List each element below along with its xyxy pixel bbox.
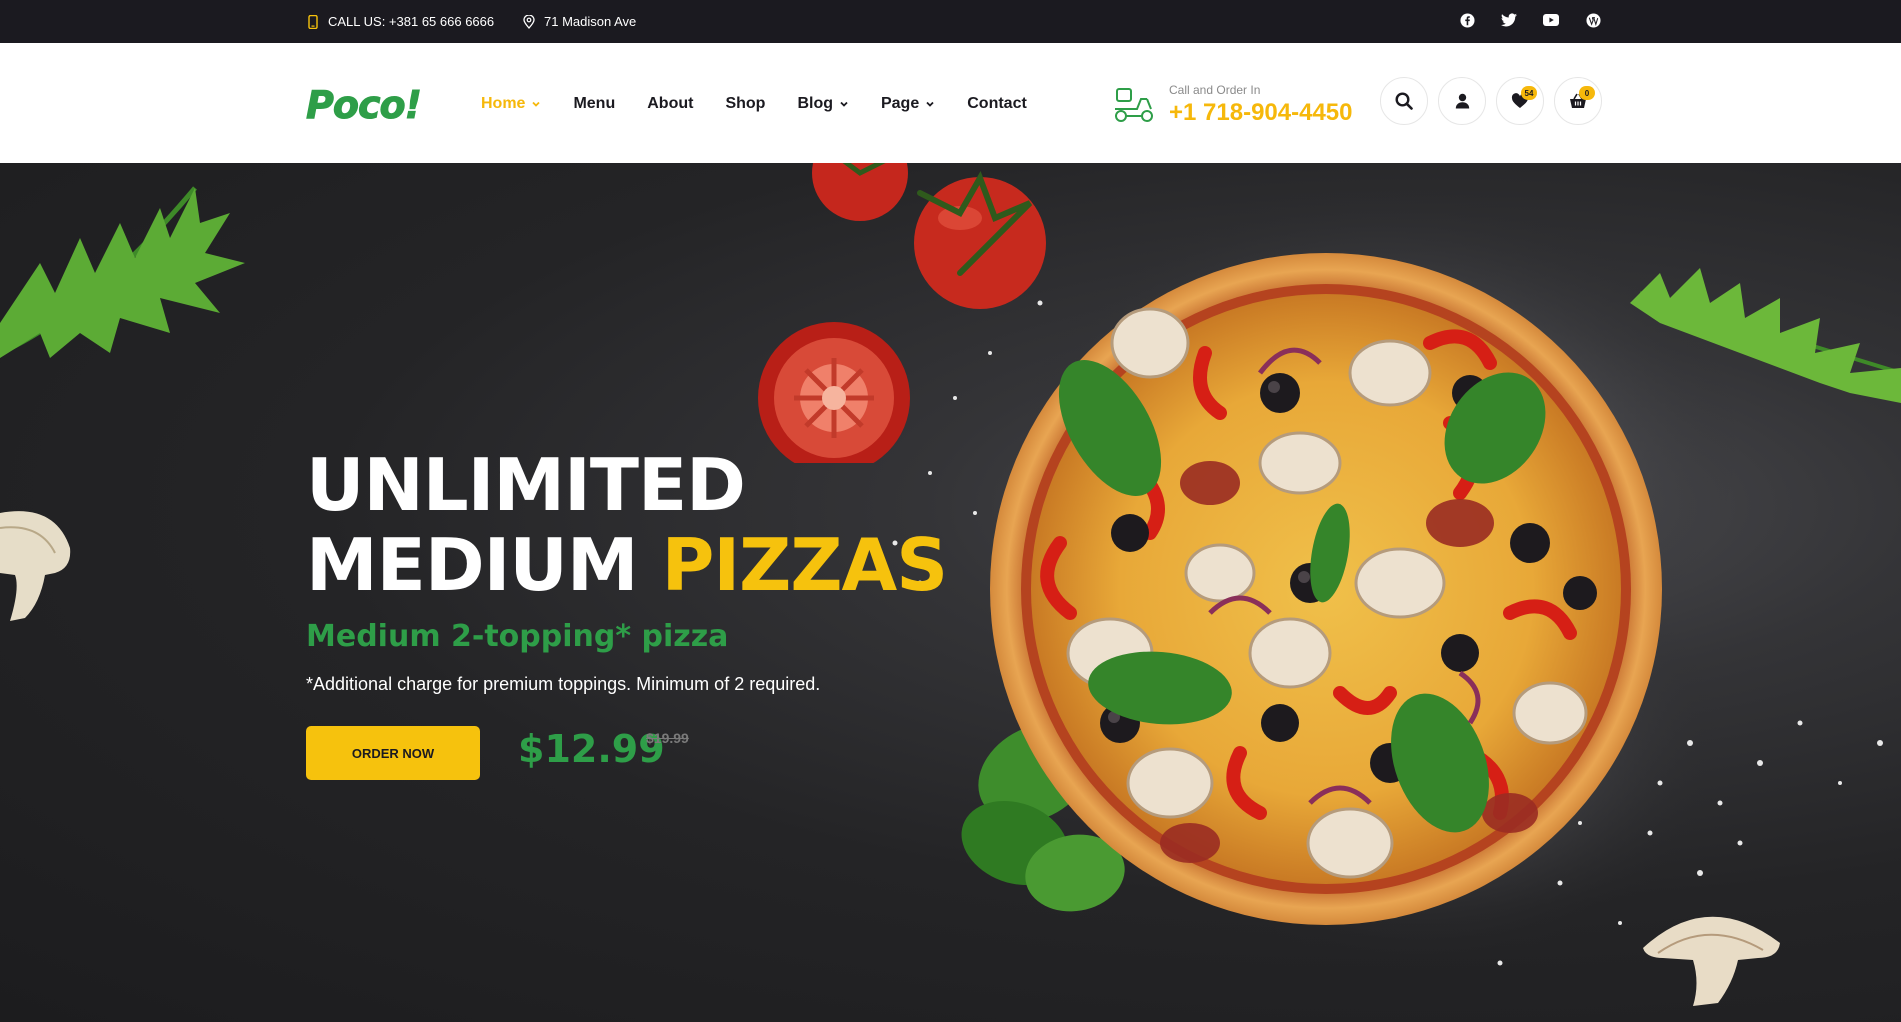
hero-section: UNLIMITED MEDIUM PIZZAS Medium 2-topping… <box>0 163 1901 1022</box>
hero-note: *Additional charge for premium toppings.… <box>306 674 821 694</box>
call-label: Call and Order In <box>1169 83 1261 97</box>
youtube-icon[interactable] <box>1543 12 1559 28</box>
nav-item-label: Page <box>880 95 920 112</box>
arugula-leaf-right-decoration <box>1630 268 1901 403</box>
arugula-leaf-left-decoration <box>0 186 245 358</box>
twitter-icon[interactable] <box>1501 12 1517 28</box>
phone-icon <box>306 14 320 29</box>
cart-count-badge: 0 <box>1579 86 1595 100</box>
top-bar: CALL US: +381 65 666 6666 71 Madison Ave <box>0 0 1901 43</box>
cart-button[interactable]: 0 <box>1554 77 1602 125</box>
search-icon <box>1395 92 1413 110</box>
account-button[interactable] <box>1438 77 1486 125</box>
topbar-address-text: 71 Madison Ave <box>544 14 637 29</box>
nav-item-about[interactable]: About <box>647 95 693 113</box>
site-logo[interactable]: Poco! <box>306 83 423 128</box>
nav-item-blog[interactable]: Blog <box>797 95 849 113</box>
location-pin-icon <box>522 14 536 29</box>
order-now-button[interactable]: ORDER NOW <box>306 726 480 780</box>
call-text: Call and Order In +1 718-904-4450 <box>1169 83 1353 127</box>
chevron-down-icon <box>926 101 934 107</box>
nav-item-shop[interactable]: Shop <box>725 95 765 113</box>
wishlist-button[interactable]: 54 <box>1496 77 1544 125</box>
delivery-scooter-icon <box>1115 88 1153 122</box>
user-icon <box>1455 93 1469 109</box>
nav-item-label: About <box>647 95 694 112</box>
topbar-phone[interactable]: CALL US: +381 65 666 6666 <box>306 14 494 29</box>
topbar-address[interactable]: 71 Madison Ave <box>522 14 636 29</box>
chevron-down-icon <box>532 101 541 107</box>
hero-title-line1: UNLIMITED <box>306 443 746 527</box>
wordpress-icon[interactable] <box>1585 12 1601 28</box>
nav-item-home[interactable]: Home <box>481 95 541 113</box>
nav-item-page[interactable]: Page <box>881 95 935 113</box>
header-actions: 54 0 <box>1380 77 1602 125</box>
wishlist-count-badge: 54 <box>1521 86 1537 100</box>
facebook-icon[interactable] <box>1459 12 1475 28</box>
current-price: $12.99 <box>518 727 665 771</box>
call-phone[interactable]: +1 718-904-4450 <box>1169 99 1353 127</box>
call-order-block[interactable]: Call and Order In +1 718-904-4450 <box>1111 83 1353 127</box>
mushroom-right-decoration <box>1643 916 1780 1006</box>
hero-title-line2: MEDIUM <box>306 523 662 607</box>
topbar-phone-text: CALL US: +381 65 666 6666 <box>328 14 495 29</box>
mushroom-left-decoration <box>0 511 71 621</box>
nav-item-label: Blog <box>797 95 833 112</box>
main-nav: Home Menu About Shop Blog Page Contact <box>481 95 1027 113</box>
main-header: Poco! Home Menu About Shop Blog Page Con… <box>0 43 1901 163</box>
hero-title: UNLIMITED MEDIUM PIZZAS <box>306 443 949 607</box>
social-links <box>1459 12 1601 28</box>
nav-item-label: Menu <box>573 95 616 112</box>
chevron-down-icon <box>840 101 848 107</box>
old-price: $19.99 <box>646 730 689 746</box>
search-button[interactable] <box>1380 77 1428 125</box>
nav-item-label: Home <box>481 95 526 112</box>
nav-item-label: Shop <box>725 95 766 112</box>
hero-subtitle: Medium 2-topping* pizza <box>306 619 729 654</box>
hero-title-accent: PIZZAS <box>661 523 949 607</box>
nav-item-menu[interactable]: Menu <box>573 95 615 113</box>
nav-item-label: Contact <box>967 95 1027 112</box>
nav-item-contact[interactable]: Contact <box>967 95 1027 113</box>
pizza-image <box>990 253 1662 925</box>
